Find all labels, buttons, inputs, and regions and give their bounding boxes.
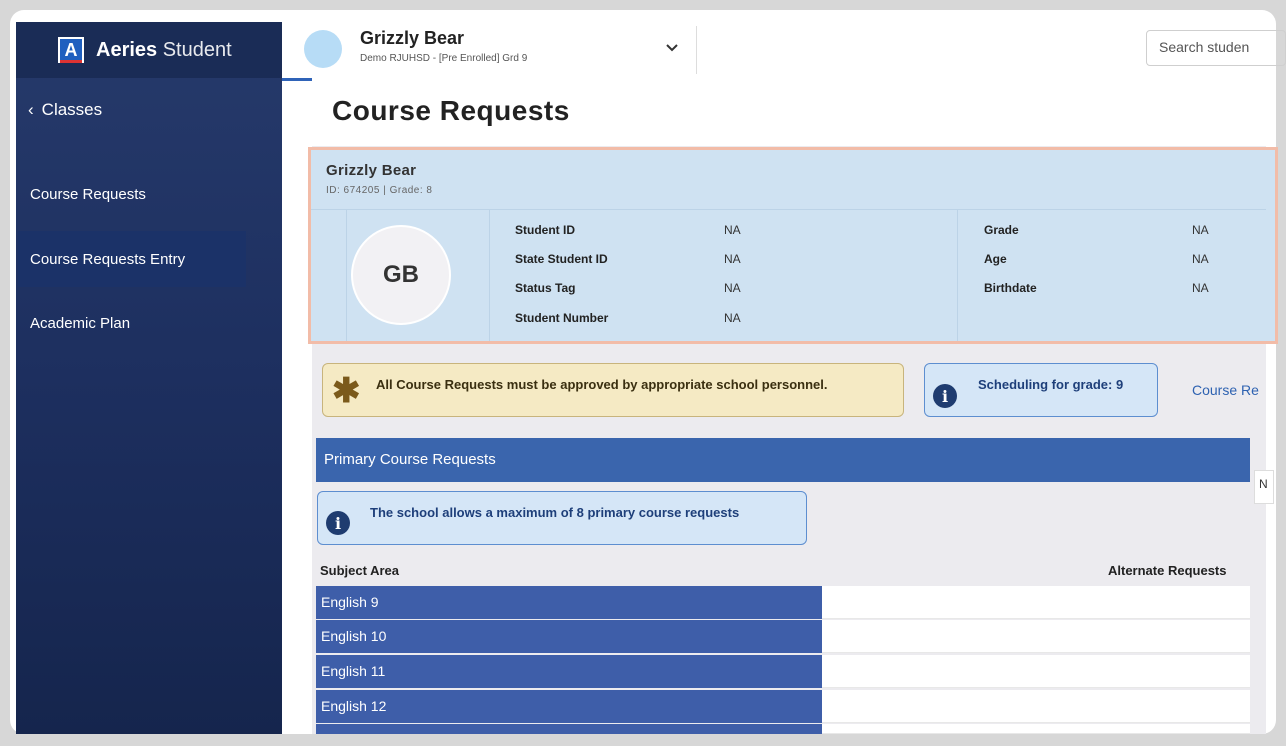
column-header-alternate-requests: Alternate Requests (1108, 563, 1227, 578)
field-label: Student ID (515, 223, 575, 237)
sidebar-item-label: Academic Plan (30, 314, 131, 332)
field-value: NA (1192, 252, 1209, 266)
chevron-down-icon[interactable] (664, 40, 680, 56)
card-divider (489, 210, 490, 341)
field-label: Age (984, 252, 1007, 266)
approval-notice-text: All Course Requests must be approved by … (376, 377, 828, 392)
chevron-left-icon: ‹ (28, 100, 34, 119)
alternate-requests-cell[interactable] (822, 586, 1250, 619)
table-row[interactable] (316, 724, 1250, 734)
subject-area-cell: English 10 (316, 620, 822, 653)
info-icon: i (933, 384, 957, 408)
student-info-card (308, 147, 1278, 344)
sidebar-item-academic-plan[interactable]: Academic Plan (18, 295, 246, 351)
page-title: Course Requests (332, 95, 570, 126)
app-title: Aeries Student (96, 39, 232, 62)
asterisk-icon: ✱ (332, 372, 361, 410)
field-value: NA (724, 311, 741, 325)
alternate-requests-cell[interactable] (822, 655, 1250, 688)
brand-light: Student (162, 38, 232, 61)
info-icon: i (326, 511, 350, 535)
alternate-requests-cell[interactable] (822, 724, 1250, 734)
alternate-requests-cell[interactable] (822, 690, 1250, 723)
primary-course-requests-header: Primary Course Requests (316, 438, 1250, 482)
field-value: NA (1192, 223, 1209, 237)
field-value: NA (724, 252, 741, 266)
card-divider (311, 209, 1266, 210)
field-value: NA (724, 281, 741, 295)
student-avatar[interactable] (304, 30, 342, 68)
max-requests-notice-text: The school allows a maximum of 8 primary… (370, 505, 740, 520)
subject-area-cell: English 11 (316, 655, 822, 688)
table-row[interactable]: English 9 (316, 586, 1250, 620)
student-initials-avatar: GB (351, 225, 451, 325)
header-student-name[interactable]: Grizzly Bear (360, 28, 464, 49)
field-value: NA (724, 223, 741, 237)
card-divider (346, 210, 347, 341)
table-row[interactable]: English 11 (316, 655, 1250, 689)
card-student-name: Grizzly Bear (326, 162, 417, 179)
sidebar-item-label: Course Requests (30, 185, 146, 203)
header-accent (282, 78, 312, 81)
field-label: Birthdate (984, 281, 1037, 295)
back-label: Classes (41, 100, 103, 119)
scheduling-notice-text: Scheduling for grade: 9 (978, 377, 1124, 392)
header-student-subtitle: Demo RJUHSD - [Pre Enrolled] Grd 9 (360, 53, 528, 64)
back-to-classes-link[interactable]: ‹ Classes (28, 100, 102, 120)
sidebar-item-course-requests[interactable]: Course Requests (18, 166, 246, 222)
aeries-logo-icon: A (58, 37, 84, 63)
sidebar: A Aeries Student (16, 22, 282, 734)
subject-area-cell: English 9 (316, 586, 822, 619)
field-label: Student Number (515, 311, 609, 325)
header-divider (696, 26, 697, 74)
field-label: State Student ID (515, 252, 608, 266)
subject-area-cell: English 12 (316, 690, 822, 723)
table-row[interactable]: English 12 (316, 690, 1250, 724)
sidebar-item-label: Course Requests Entry (30, 250, 186, 268)
brand-bold: Aeries (96, 38, 158, 61)
column-header-subject-area: Subject Area (320, 563, 399, 578)
subject-area-cell (316, 724, 822, 734)
brand-bar: A Aeries Student (16, 22, 282, 78)
alternate-requests-cell[interactable] (822, 620, 1250, 653)
sidebar-item-course-requests-entry[interactable]: Course Requests Entry (18, 231, 246, 287)
course-requests-link[interactable]: Course Re (1192, 382, 1259, 398)
field-value: NA (1192, 281, 1209, 295)
card-student-id-line: ID: 674205 | Grade: 8 (326, 185, 433, 196)
table-row[interactable]: English 10 (316, 620, 1250, 654)
field-label: Status Tag (515, 281, 576, 295)
field-label: Grade (984, 223, 1019, 237)
card-divider (957, 210, 958, 341)
side-panel-tab[interactable]: N (1254, 470, 1274, 504)
search-input[interactable]: Search studen (1146, 30, 1286, 66)
